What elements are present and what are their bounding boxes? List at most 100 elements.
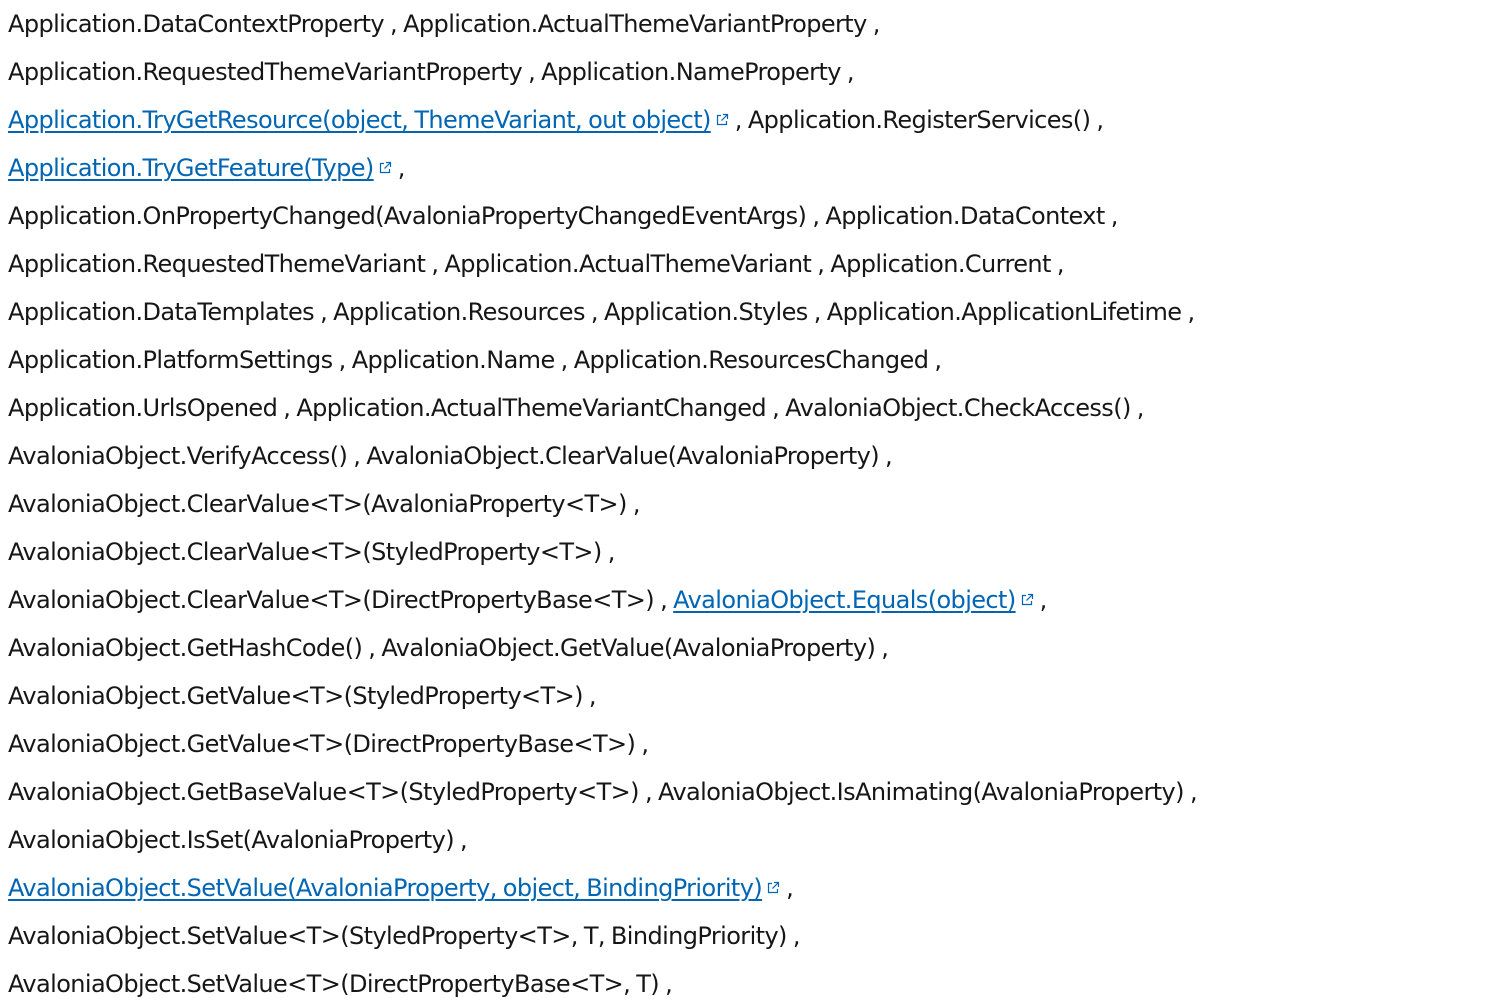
- member-name: AvaloniaObject.GetValue(AvaloniaProperty…: [381, 634, 876, 662]
- external-link-icon: [766, 881, 780, 895]
- member-name: AvaloniaObject.CheckAccess(): [785, 394, 1131, 422]
- member-name: Application.Name: [351, 346, 556, 374]
- inherited-members-list: Application.DataContextProperty , Applic…: [8, 0, 1478, 1008]
- member-line: AvaloniaObject.GetValue<T>(StyledPropert…: [8, 672, 1478, 720]
- member-separator: ,: [460, 826, 468, 854]
- member-line: Application.PlatformSettings , Applicati…: [8, 336, 1478, 384]
- member-separator: ,: [734, 106, 748, 134]
- member-separator: ,: [431, 250, 445, 278]
- member-line: AvaloniaObject.ClearValue<T>(AvaloniaPro…: [8, 480, 1478, 528]
- member-name: AvaloniaObject.ClearValue<T>(DirectPrope…: [8, 586, 655, 614]
- member-separator: ,: [1136, 394, 1145, 422]
- member-line: AvaloniaObject.SetValue<T>(DirectPropert…: [8, 960, 1478, 1008]
- member-name: AvaloniaObject.VerifyAccess(): [8, 442, 348, 470]
- member-separator: ,: [641, 730, 649, 758]
- member-name: AvaloniaObject.GetValue<T>(StyledPropert…: [8, 682, 583, 710]
- member-link-text: AvaloniaObject.SetValue(AvaloniaProperty…: [8, 874, 763, 902]
- member-name: Application.RequestedThemeVariantPropert…: [8, 58, 523, 86]
- member-separator: ,: [885, 442, 893, 470]
- member-name: AvaloniaObject.IsSet(AvaloniaProperty): [8, 826, 455, 854]
- member-name: AvaloniaObject.SetValue<T>(DirectPropert…: [8, 970, 660, 998]
- member-name: Application.DataTemplates: [8, 298, 315, 326]
- member-link[interactable]: AvaloniaObject.SetValue(AvaloniaProperty…: [8, 874, 780, 902]
- member-line: AvaloniaObject.GetHashCode() , AvaloniaO…: [8, 624, 1478, 672]
- member-name: Application.PlatformSettings: [8, 346, 333, 374]
- member-separator: ,: [397, 154, 406, 182]
- member-name: Application.RegisterServices(): [747, 106, 1091, 134]
- member-name: AvaloniaObject.ClearValue<T>(AvaloniaPro…: [8, 490, 627, 518]
- member-separator: ,: [528, 58, 542, 86]
- member-separator: ,: [792, 922, 801, 950]
- member-link-text: Application.TryGetResource(object, Theme…: [8, 106, 711, 134]
- member-line: Application.RequestedThemeVariantPropert…: [8, 48, 1478, 96]
- member-name: Application.Resources: [333, 298, 585, 326]
- member-name: Application.RequestedThemeVariant: [8, 250, 426, 278]
- member-separator: ,: [872, 10, 881, 38]
- member-separator: ,: [786, 874, 794, 902]
- member-line: Application.DataContextProperty , Applic…: [8, 0, 1478, 48]
- member-separator: ,: [813, 298, 827, 326]
- member-line: Application.UrlsOpened , Application.Act…: [8, 384, 1478, 432]
- member-name: AvaloniaObject.GetHashCode(): [8, 634, 363, 662]
- member-separator: ,: [881, 634, 889, 662]
- member-line: AvaloniaObject.ClearValue<T>(StyledPrope…: [8, 528, 1478, 576]
- member-line: Application.DataTemplates , Application.…: [8, 288, 1478, 336]
- member-separator: ,: [665, 970, 673, 998]
- member-name: Application.ActualThemeVariant: [444, 250, 812, 278]
- member-name: Application.NameProperty: [541, 58, 841, 86]
- member-name: Application.DataContext: [825, 202, 1105, 230]
- member-name: AvaloniaObject.GetBaseValue<T>(StyledPro…: [8, 778, 640, 806]
- member-separator: ,: [1187, 298, 1196, 326]
- member-separator: ,: [660, 586, 674, 614]
- member-separator: ,: [1096, 106, 1104, 134]
- member-line: Application.RequestedThemeVariant , Appl…: [8, 240, 1478, 288]
- member-line: AvaloniaObject.SetValue(AvaloniaProperty…: [8, 864, 1478, 912]
- member-link[interactable]: AvaloniaObject.Equals(object): [673, 586, 1033, 614]
- member-link[interactable]: Application.TryGetFeature(Type): [8, 154, 392, 182]
- member-name: AvaloniaObject.ClearValue(AvaloniaProper…: [366, 442, 879, 470]
- member-separator: ,: [632, 490, 641, 518]
- member-name: Application.ResourcesChanged: [573, 346, 929, 374]
- member-name: Application.ApplicationLifetime: [826, 298, 1182, 326]
- member-separator: ,: [588, 682, 597, 710]
- member-name: AvaloniaObject.ClearValue<T>(StyledPrope…: [8, 538, 602, 566]
- member-name: Application.Styles: [603, 298, 808, 326]
- member-separator: ,: [1039, 586, 1048, 614]
- member-separator: ,: [817, 250, 831, 278]
- member-link-text: Application.TryGetFeature(Type): [8, 154, 374, 182]
- member-name: AvaloniaObject.SetValue<T>(StyledPropert…: [8, 922, 787, 950]
- member-separator: ,: [1056, 250, 1065, 278]
- member-separator: ,: [1189, 778, 1198, 806]
- member-separator: ,: [590, 298, 604, 326]
- member-name: Application.Current: [830, 250, 1051, 278]
- member-line: AvaloniaObject.ClearValue<T>(DirectPrope…: [8, 576, 1478, 624]
- member-separator: ,: [390, 10, 404, 38]
- member-name: Application.DataContextProperty: [8, 10, 385, 38]
- member-line: AvaloniaObject.VerifyAccess() , Avalonia…: [8, 432, 1478, 480]
- member-line: AvaloniaObject.IsSet(AvaloniaProperty) ,: [8, 816, 1478, 864]
- member-separator: ,: [560, 346, 574, 374]
- member-name: AvaloniaObject.GetValue<T>(DirectPropert…: [8, 730, 636, 758]
- member-line: Application.TryGetFeature(Type) ,: [8, 144, 1478, 192]
- member-line: AvaloniaObject.SetValue<T>(StyledPropert…: [8, 912, 1478, 960]
- member-line: AvaloniaObject.GetBaseValue<T>(StyledPro…: [8, 768, 1478, 816]
- member-link[interactable]: Application.TryGetResource(object, Theme…: [8, 106, 729, 134]
- member-separator: ,: [368, 634, 382, 662]
- member-separator: ,: [338, 346, 352, 374]
- member-separator: ,: [644, 778, 659, 806]
- member-name: Application.ActualThemeVariantProperty: [403, 10, 867, 38]
- member-line: AvaloniaObject.GetValue<T>(DirectPropert…: [8, 720, 1478, 768]
- member-separator: ,: [320, 298, 334, 326]
- member-separator: ,: [812, 202, 826, 230]
- member-separator: ,: [353, 442, 367, 470]
- member-name: Application.UrlsOpened: [8, 394, 278, 422]
- member-name: AvaloniaObject.IsAnimating(AvaloniaPrope…: [658, 778, 1184, 806]
- member-name: Application.OnPropertyChanged(AvaloniaPr…: [8, 202, 807, 230]
- member-separator: ,: [1110, 202, 1119, 230]
- member-separator: ,: [283, 394, 297, 422]
- member-link-text: AvaloniaObject.Equals(object): [673, 586, 1016, 614]
- external-link-icon: [715, 113, 729, 127]
- external-link-icon: [1020, 593, 1034, 607]
- member-separator: ,: [934, 346, 942, 374]
- member-separator: ,: [607, 538, 616, 566]
